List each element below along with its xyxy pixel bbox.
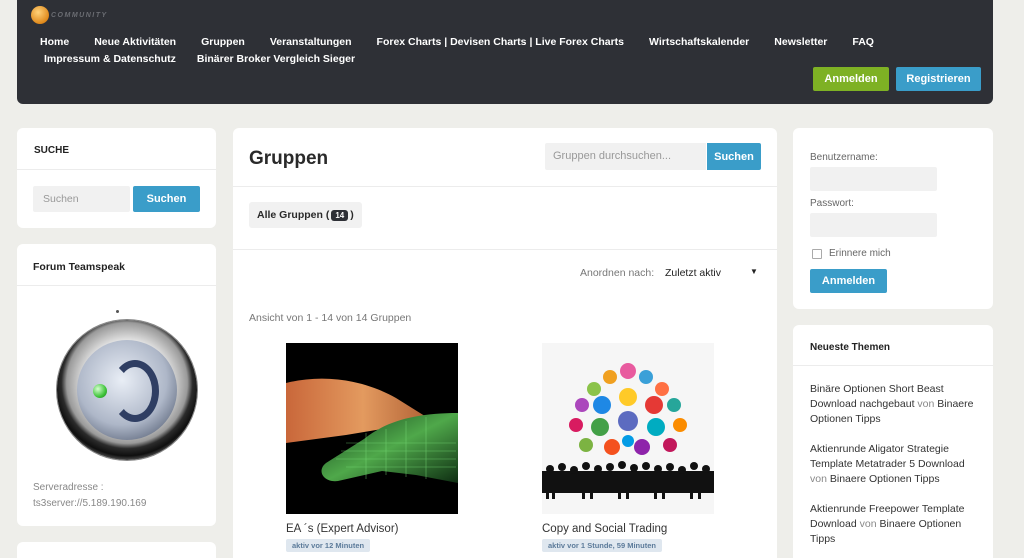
main-navigation: Home Neue Aktivitäten Gruppen Veranstalt… [33,34,874,68]
username-label: Benutzername: [810,152,878,163]
password-field[interactable] [810,213,937,237]
divider [17,285,216,286]
latest-topics-title: Neueste Themen [810,342,891,353]
group-card[interactable]: Copy and Social Trading aktiv vor 1 Stun… [542,343,714,553]
remember-me[interactable]: Erinnere mich [812,248,891,259]
latest-topics-widget: Neueste Themen Binäre Optionen Short Bea… [793,325,993,558]
groups-count-badge: 14 [331,209,349,221]
divider [17,169,216,170]
handshake-image [286,343,458,514]
group-activity-badge: aktiv vor 1 Stunde, 59 Minuten [542,539,662,552]
topic-link[interactable]: Aktienrunde Aligator Strategie Template … [810,443,965,470]
divider [233,186,777,187]
topic-item: Binäre Optionen Short Beast Download nac… [810,382,980,427]
header-login-button[interactable]: Anmelden [813,67,889,91]
teamspeak-headset-icon [111,360,159,422]
nav-broker-vergleich[interactable]: Binärer Broker Vergleich Sieger [197,51,355,68]
group-activity-badge: aktiv vor 12 Minuten [286,539,371,552]
topic-by-label: von [917,398,935,410]
tab-all-groups[interactable]: Alle Gruppen ( 14 ) [249,202,362,228]
nav-faq[interactable]: FAQ [852,34,874,51]
groups-main-panel: Gruppen Gruppen durchsuchen... Suchen Al… [233,128,777,558]
search-button[interactable]: Suchen [133,186,200,212]
logo-text: COMMUNITY [51,11,108,19]
teamspeak-address-value: ts3server://5.189.190.169 [33,498,147,509]
teamspeak-address: Serveradresse : ts3server://5.189.190.16… [33,480,146,512]
social-network-image [542,343,714,514]
nav-forex-charts[interactable]: Forex Charts | Devisen Charts | Live For… [377,34,624,51]
teamspeak-green-light-icon [93,384,107,398]
group-card[interactable]: EA ´s (Expert Advisor) aktiv vor 12 Minu… [286,343,458,553]
topic-item: Aktienrunde Freepower Template Download … [810,502,980,547]
group-name[interactable]: Copy and Social Trading [542,523,714,535]
teamspeak-logo-icon[interactable] [57,320,197,460]
group-search-button[interactable]: Suchen [707,143,761,170]
tab-all-groups-close: ) [350,209,354,221]
divider [793,365,993,366]
header-register-button[interactable]: Registrieren [896,67,981,91]
teamspeak-address-label: Serveradresse : [33,482,104,493]
group-avatar-handshake[interactable] [286,343,458,514]
remember-label: Erinnere mich [829,248,891,259]
login-widget: Benutzername: Passwort: Erinnere mich An… [793,128,993,309]
teamspeak-widget: Forum Teamspeak Serveradresse : ts3serve… [17,244,216,526]
left-widget-partial [17,542,216,558]
tab-all-groups-label: Alle Gruppen ( [257,209,330,221]
password-label: Passwort: [810,198,854,209]
search-widget: SUCHE Suchen Suchen [17,128,216,228]
sort-label: Anordnen nach: [580,267,655,279]
logo-icon [31,6,49,24]
group-name[interactable]: EA ´s (Expert Advisor) [286,523,458,535]
site-logo[interactable]: COMMUNITY [31,6,108,24]
site-header: COMMUNITY Home Neue Aktivitäten Gruppen … [17,0,993,104]
chevron-down-icon[interactable]: ▼ [750,267,758,276]
topic-by-label: von [810,473,827,485]
dot-decoration [116,310,119,313]
group-avatar-social[interactable] [542,343,714,514]
search-input[interactable]: Suchen [33,186,130,212]
topic-author-link[interactable]: Binaere Optionen Tipps [830,473,940,485]
topic-item: Aktienrunde Aligator Strategie Template … [810,442,980,487]
nav-newsletter[interactable]: Newsletter [774,34,827,51]
topic-by-label: von [859,518,877,530]
nav-home[interactable]: Home [40,34,69,51]
page-title: Gruppen [249,148,329,169]
groups-count-text: Ansicht von 1 - 14 von 14 Gruppen [249,312,412,324]
nav-neue-aktivitaeten[interactable]: Neue Aktivitäten [94,34,176,51]
username-field[interactable] [810,167,937,191]
nav-veranstaltungen[interactable]: Veranstaltungen [270,34,352,51]
search-widget-title: SUCHE [34,145,70,156]
divider [233,249,777,250]
group-search-input[interactable]: Gruppen durchsuchen... [545,143,706,170]
nav-impressum[interactable]: Impressum & Datenschutz [44,51,176,68]
login-button[interactable]: Anmelden [810,269,887,293]
nav-wirtschaftskalender[interactable]: Wirtschaftskalender [649,34,749,51]
teamspeak-logo-inner [77,340,177,440]
teamspeak-widget-title: Forum Teamspeak [33,261,126,273]
sort-select[interactable]: Zuletzt aktiv [665,267,761,279]
nav-gruppen[interactable]: Gruppen [201,34,245,51]
remember-checkbox[interactable] [812,248,822,259]
